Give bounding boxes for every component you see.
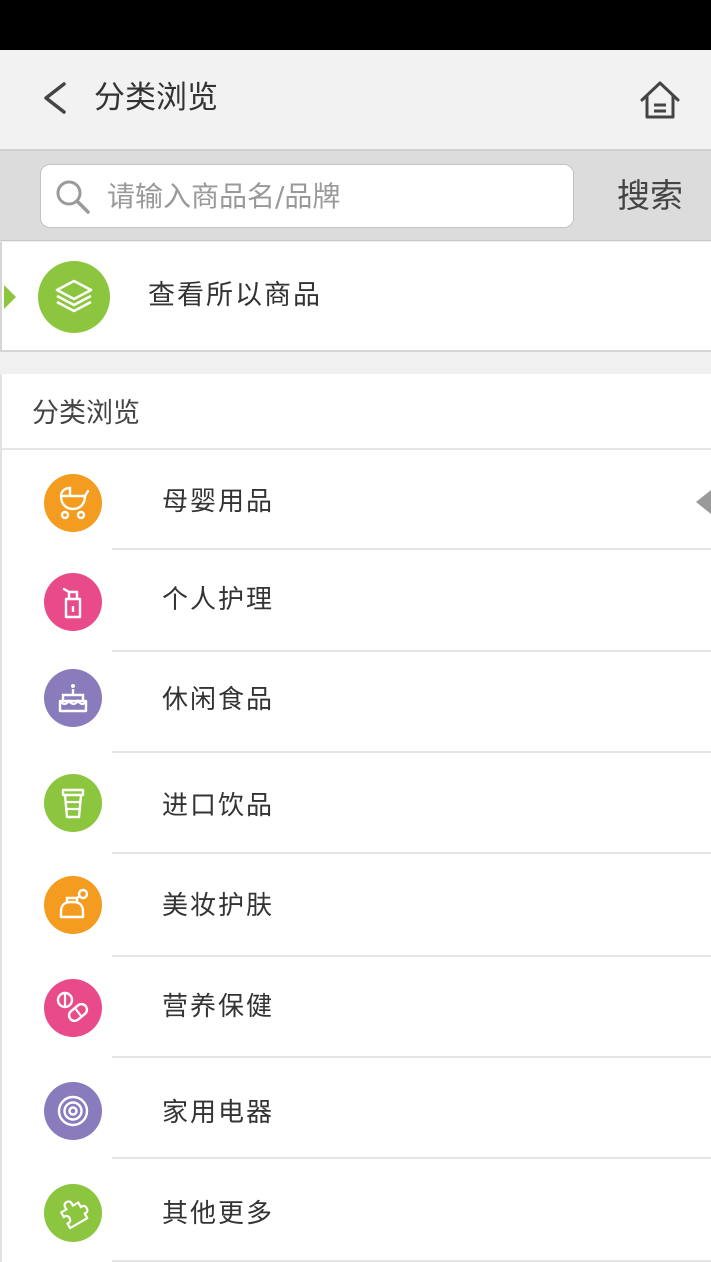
- category-label: 母婴用品: [162, 487, 275, 517]
- category-item-imported-drinks[interactable]: 进口饮品: [2, 753, 711, 854]
- search-bar: 搜索: [0, 151, 711, 241]
- stroller-icon: [59, 486, 90, 520]
- category-icon-badge: [44, 573, 102, 631]
- category-item-personal-care[interactable]: 个人护理: [2, 550, 711, 652]
- view-all-products[interactable]: 查看所以商品: [0, 242, 711, 352]
- category-item-appliances[interactable]: 家用电器: [2, 1058, 711, 1159]
- category-item-baby[interactable]: 母婴用品: [2, 450, 711, 550]
- category-label: 其他更多: [162, 1199, 275, 1229]
- search-box[interactable]: [40, 164, 574, 228]
- cup-icon: [61, 788, 85, 819]
- home-button[interactable]: [634, 74, 686, 126]
- category-label: 进口饮品: [162, 791, 275, 821]
- search-input[interactable]: [107, 173, 557, 219]
- category-label: 休闲食品: [162, 685, 275, 715]
- category-icon-badge: [44, 1082, 102, 1140]
- category-label: 个人护理: [162, 585, 275, 615]
- search-icon: [56, 180, 90, 214]
- category-item-snacks[interactable]: 休闲食品: [2, 652, 711, 753]
- category-icon-badge: [44, 774, 102, 832]
- category-section-header: 分类浏览: [2, 374, 711, 450]
- bottle-icon: [62, 587, 82, 619]
- page-title: 分类浏览: [94, 80, 218, 116]
- category-icon-badge: [44, 979, 102, 1037]
- category-label: 美妆护肤: [162, 891, 275, 921]
- category-icon-badge: [44, 669, 102, 727]
- category-item-cosmetics[interactable]: 美妆护肤: [2, 854, 711, 957]
- nav-bar: 分类浏览: [0, 50, 711, 151]
- layers-icon: [55, 279, 93, 313]
- category-label: 家用电器: [162, 1098, 275, 1128]
- appliance-icon: [57, 1095, 89, 1127]
- search-button[interactable]: 搜索: [604, 171, 696, 221]
- selected-category-indicator: [696, 490, 711, 514]
- category-icon-badge: [44, 474, 102, 532]
- category-icon-badge: [44, 876, 102, 934]
- back-button[interactable]: [30, 70, 80, 126]
- all-products-badge: [38, 261, 110, 333]
- chevron-left-icon: [44, 82, 66, 114]
- category-item-health[interactable]: 营养保健: [2, 957, 711, 1058]
- puzzle-icon: [60, 1200, 89, 1230]
- status-bar: [0, 0, 711, 50]
- view-all-products-label: 查看所以商品: [148, 280, 322, 311]
- cosmetics-icon: [59, 888, 89, 919]
- pill-icon: [56, 991, 89, 1023]
- home-icon: [640, 81, 680, 119]
- category-item-more[interactable]: 其他更多: [2, 1159, 711, 1262]
- category-panel: 分类浏览 母婴用品 个人护理 休闲食品 进口饮品 美妆护肤 营养保健 家用电器 …: [0, 374, 711, 1262]
- cake-icon: [58, 684, 88, 713]
- category-icon-badge: [44, 1184, 102, 1242]
- category-label: 营养保健: [162, 992, 275, 1022]
- category-section-title: 分类浏览: [32, 398, 140, 429]
- selection-marker: [4, 285, 16, 309]
